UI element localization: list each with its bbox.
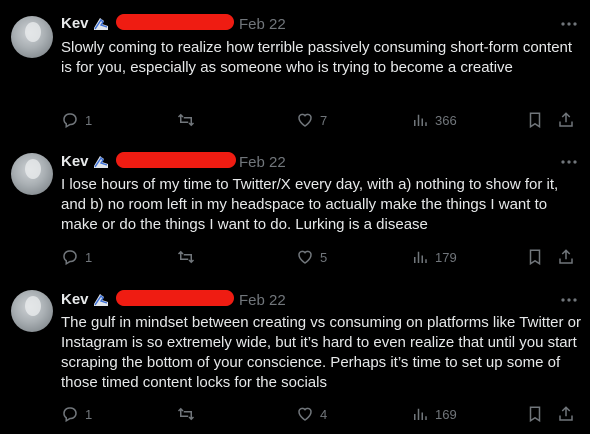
view-count: 366	[435, 112, 457, 128]
tweet-actions: 1 4 169	[61, 405, 581, 423]
like-icon	[298, 407, 312, 421]
reply-icon	[63, 407, 77, 423]
reply-button[interactable]: 1	[61, 405, 92, 423]
timestamp[interactable]: Feb 22	[239, 154, 286, 171]
retweet-icon	[177, 113, 195, 127]
bookmark-icon	[529, 406, 541, 423]
tweet-text: The gulf in mindset between creating vs …	[61, 314, 581, 391]
author-name[interactable]: Kev	[61, 153, 89, 170]
user-emoji-badge-icon	[94, 18, 108, 30]
views-icon	[414, 114, 427, 126]
tweet-actions: 1 7 366	[61, 111, 581, 129]
like-button[interactable]: 4	[296, 405, 327, 423]
user-emoji-badge-icon	[94, 156, 108, 168]
views-icon	[414, 251, 427, 263]
reply-icon	[63, 250, 77, 266]
retweet-button[interactable]	[176, 111, 202, 129]
reply-icon	[63, 113, 77, 129]
more-icon[interactable]	[560, 297, 578, 303]
like-count: 5	[320, 249, 328, 265]
redacted-handle	[116, 14, 234, 30]
share-button[interactable]	[557, 405, 575, 423]
tweet-text: I lose hours of my time to Twitter/X eve…	[61, 176, 559, 233]
avatar[interactable]	[11, 16, 53, 58]
like-icon	[298, 113, 312, 127]
bookmark-icon	[529, 112, 541, 129]
author-name[interactable]: Kev	[61, 291, 89, 308]
user-emoji-badge-icon	[94, 294, 108, 306]
avatar[interactable]	[11, 153, 53, 195]
share-icon	[559, 112, 573, 127]
bookmark-icon	[529, 249, 541, 266]
share-button[interactable]	[557, 248, 575, 266]
bookmark-button[interactable]	[526, 405, 544, 423]
more-icon[interactable]	[560, 21, 578, 27]
like-icon	[298, 250, 312, 264]
author-name[interactable]: Kev	[61, 15, 89, 32]
like-count: 4	[320, 406, 328, 422]
tweet-actions: 1 5 179	[61, 248, 581, 266]
views-icon	[414, 408, 427, 420]
share-icon	[559, 406, 573, 421]
like-button[interactable]: 5	[296, 248, 327, 266]
share-icon	[559, 249, 573, 264]
reply-count: 1	[85, 112, 93, 128]
reply-count: 1	[85, 249, 93, 265]
reply-count: 1	[85, 406, 93, 422]
share-button[interactable]	[557, 111, 575, 129]
views-button[interactable]: 366	[411, 111, 457, 129]
retweet-button[interactable]	[176, 248, 202, 266]
avatar[interactable]	[11, 290, 53, 332]
like-count: 7	[320, 112, 328, 128]
reply-button[interactable]: 1	[61, 111, 92, 129]
timestamp[interactable]: Feb 22	[239, 16, 286, 33]
view-count: 179	[435, 249, 457, 265]
retweet-icon	[177, 407, 195, 421]
redacted-handle	[116, 152, 236, 168]
retweet-icon	[177, 250, 195, 264]
bookmark-button[interactable]	[526, 111, 544, 129]
reply-button[interactable]: 1	[61, 248, 92, 266]
timestamp[interactable]: Feb 22	[239, 292, 286, 309]
views-button[interactable]: 179	[411, 248, 457, 266]
view-count: 169	[435, 406, 457, 422]
tweet-text: Slowly coming to realize how terrible pa…	[61, 39, 573, 76]
more-icon[interactable]	[560, 159, 578, 165]
redacted-handle	[116, 290, 234, 306]
like-button[interactable]: 7	[296, 111, 327, 129]
retweet-button[interactable]	[176, 405, 202, 423]
views-button[interactable]: 169	[411, 405, 457, 423]
bookmark-button[interactable]	[526, 248, 544, 266]
